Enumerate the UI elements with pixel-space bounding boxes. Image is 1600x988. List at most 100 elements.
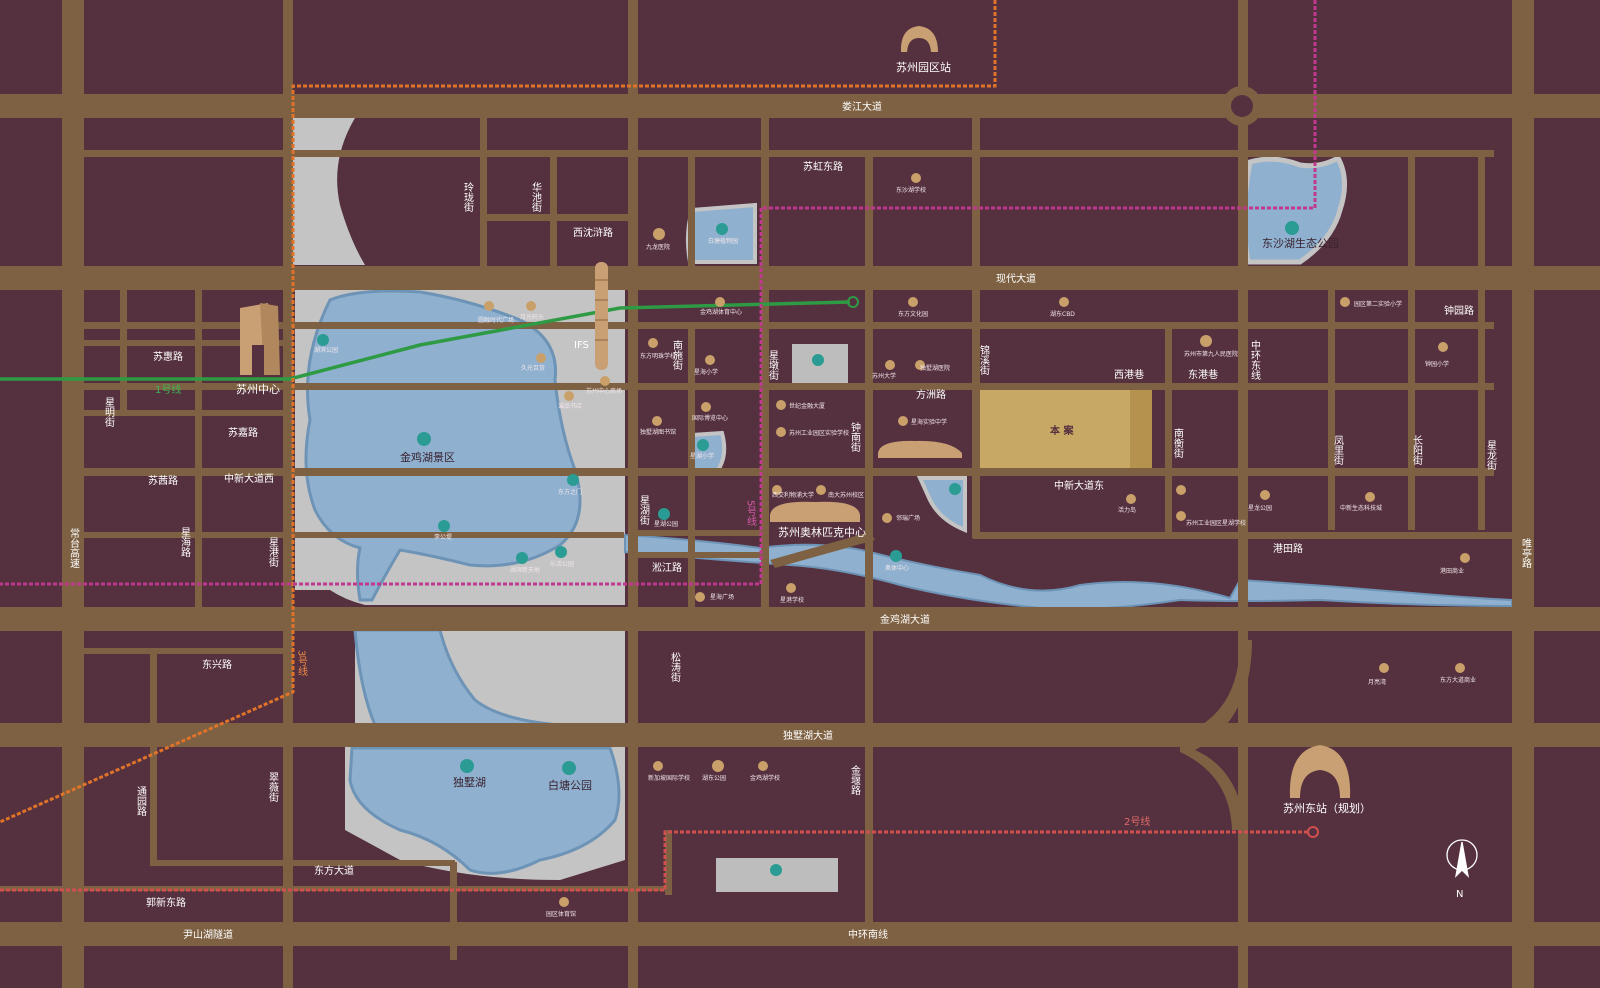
road-label-changyang: 长阳街 [1411,435,1423,466]
poi-label-ninth-hospital: 苏州市第九人民医院 [1184,350,1238,358]
poi-label-gangtian-commercial: 港田商业 [1440,567,1464,575]
poi-label-moon-bay: 月亮湾 [1368,678,1386,686]
poi-label-xinghai-middle: 星海实验中学 [911,418,947,426]
poi-label-jiuguang: 久光百货 [521,364,545,372]
road-label-zhonghuan-south: 中环南线 [848,928,888,941]
project-label: 本 案 [1050,424,1074,437]
road-zhonghuan-south [0,922,1600,946]
road-label-donggang: 东港巷 [1188,368,1218,381]
poi-label-huolidao: 活力岛 [1118,506,1136,514]
road-label-fangzhou: 方洲路 [916,388,946,401]
project-block-shade [1130,388,1152,470]
landmark-label-olympic-centre: 苏州奥林匹克中心 [778,525,866,539]
road-label-guoxin-east: 郭新东路 [146,896,186,909]
poi-label-yuanrong: 圆融时代广场 [478,316,514,324]
poi-label-baitang-garden: 白塘植物园 [708,237,738,245]
road-label-jinjihu: 金鸡湖大道 [880,613,930,626]
poi-label-xinghai-plaza: 星海广场 [710,593,734,601]
road-label-suhong: 苏虹东路 [803,160,843,173]
metro-label-line-2: 2号线 [1124,815,1150,828]
poi-label-expo: 国际博览中心 [692,414,728,422]
road-label-xinghai: 星海路 [179,527,191,558]
poi-label-sip-xinghu-school: 苏州工业园区星湖学校 [1186,519,1246,527]
road-label-suxi: 苏茜路 [148,474,178,487]
road-label-loujiang: 娄江大道 [842,100,882,113]
road-label-xingdun: 星墩街 [767,350,779,381]
road-label-dushuhu: 独墅湖大道 [783,729,833,742]
poi-label-dongfang-school: 东方明珠学校 [640,352,676,360]
road-label-tongyuan: 通园路 [135,786,147,817]
poi-label-sports-centre: 金鸡湖体育中心 [700,308,742,316]
road-label-xinghu: 星湖街 [638,495,650,526]
poi-label-eco-city: 中新生态科技城 [1340,504,1382,512]
road-xiandai [0,266,1600,290]
road-label-dongfang: 东方大道 [314,864,354,877]
poi-label-eslite: 诚品书店 [558,402,582,410]
road-label-zhongyuan: 钟园路 [1444,304,1474,317]
road-changtai [62,0,84,988]
poi-label-xinghai-primary: 星海小学 [694,368,718,376]
poi-label-nju-suzhou: 南大苏州校区 [828,491,864,499]
landmark-label-dongsha-lake: 东沙湖生态公园 [1262,236,1339,250]
road-label-fengli: 凤里街 [1332,435,1344,466]
poi-label-xinglong-park: 星龙公园 [1248,504,1272,512]
road-label-xiandai: 现代大道 [996,272,1036,285]
small-lake-mid [687,430,727,472]
road-label-weiting: 唯亭路 [1520,538,1532,569]
poi-label-sip-gym: 园区体育馆 [546,910,576,918]
ifs-label: IFS [574,340,589,351]
landmark-label-suzhou-park-station: 苏州园区站 [896,60,951,74]
suzhou-centre-building [240,303,280,375]
landmark-label-jinji-lake: 金鸡湖景区 [400,450,455,464]
road-label-gangtian: 港田路 [1273,542,1303,555]
ifs-tower [595,262,608,370]
poi-label-xjtlu: 西交利物浦大学 [772,491,814,499]
poi-label-hudong-park: 湖东公园 [702,774,726,782]
poi-label-dushu-hospital: 独墅湖医院 [920,364,950,372]
road-label-nanheng: 南衡街 [1172,427,1184,459]
road-label-zhonghuan-east: 中环东线 [1249,339,1261,380]
poi-label-xinggang-school: 星港学校 [780,596,804,604]
poi-label-hubin-park: 湖滨公园 [314,346,338,354]
poi-label-jiulong-hospital: 九龙医院 [646,243,670,251]
poi-label-suzhou-university: 苏州大学 [872,372,896,380]
poi-label-dushu-library: 独墅湖图书馆 [640,428,676,436]
road-label-xinggang: 星港街 [267,537,279,568]
poi-label-dongfangzhimen: 东方之门 [558,488,582,496]
road-label-huachi: 华池街 [530,181,542,213]
road-label-changtai: 常台高速 [68,527,80,568]
poi-label-zhongyuan-primary: 钟园小学 [1425,360,1449,368]
road-label-sujia: 苏嘉路 [228,426,258,439]
poi-label-ligongdi: 李公堤 [434,533,452,541]
landmark-label-dushu-lake: 独墅湖 [453,776,486,789]
road-label-jinyan: 金堰路 [849,764,861,796]
poi-label-moon-pier: 月光码头 [520,313,544,321]
landmark-label-suzhou-east-station: 苏州东站（规划） [1283,801,1371,815]
poi-label-jinjihu-school: 金鸡湖学校 [750,774,780,782]
poi-label-lehuo-park: 乐活公园 [550,560,574,568]
poi-label-second-experimental: 园区第二实验小学 [1354,300,1402,308]
road-label-jinxi: 锦溪街 [978,344,990,376]
landmark-label-suzhou-centre: 苏州中心 [236,383,280,396]
road-label-xinglong: 星龙街 [1485,440,1497,471]
road-label-xingming: 星明街 [103,397,115,428]
metro-label-line-3: 3号线 [296,650,308,676]
poi-label-hudong-cbd: 湖东CBD [1050,310,1075,318]
poi-label-linrui: 邻瑞广场 [896,514,920,522]
poi-label-dongfang-commercial: 东方大道商业 [1440,676,1476,684]
road-label-yinshanhu: 尹山湖隧道 [183,928,233,941]
road-label-xishenhu: 西沈浒路 [573,226,613,239]
metro-label-line-5: 5号线 [745,500,757,526]
road-label-songjiang: 淞江路 [652,561,682,574]
poi-label-hubin-xintiandi: 湖滨新天地 [510,566,540,574]
metro-label-line-1: 1号线 [155,383,181,396]
road-label-suhui: 苏惠路 [153,350,183,363]
road-label-xigang: 西港巷 [1114,369,1144,381]
poi-label-singapore-school: 新加坡国际学校 [648,774,690,782]
poi-label-century-tower: 世纪金融大厦 [789,402,825,410]
road-label-cuiwei: 翠薇街 [267,772,279,803]
poi-label-sip-experimental: 苏州工业园区实验学校 [789,429,849,437]
road-label-dongxing: 东兴路 [202,658,232,671]
poi-label-dongsha-school: 东沙湖学校 [896,186,926,194]
compass-letter: N [1456,889,1463,900]
